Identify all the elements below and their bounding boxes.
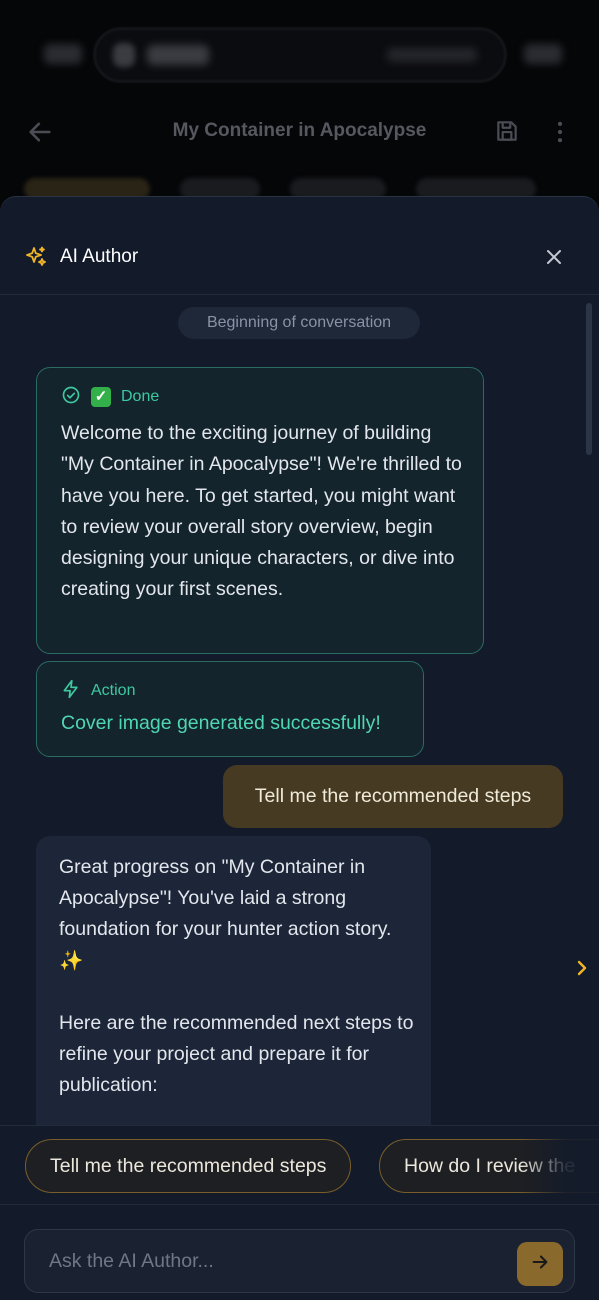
ask-ai-input[interactable] — [25, 1230, 505, 1292]
chevron-right-icon[interactable] — [572, 956, 592, 980]
pill-avatar-blurred — [113, 43, 135, 67]
suggestion-bar[interactable]: Tell me the recommended steps How do I r… — [0, 1125, 599, 1205]
conversation-start-label: Beginning of conversation — [178, 307, 420, 339]
check-mark-emoji-icon: ✓ — [91, 387, 111, 407]
save-icon[interactable] — [494, 118, 522, 146]
sheet-header: AI Author — [0, 197, 599, 295]
lightning-icon — [61, 679, 81, 704]
suggestion-chip[interactable]: Tell me the recommended steps — [25, 1139, 352, 1193]
dynamic-island-blurred — [94, 28, 506, 82]
close-icon[interactable] — [542, 245, 566, 269]
sparkles-icon — [24, 245, 48, 269]
ai-message-text: Great progress on "My Container in Apoca… — [59, 856, 414, 1097]
done-card: ✓ Done Welcome to the exciting journey o… — [36, 367, 484, 654]
sheet-title: AI Author — [60, 246, 139, 267]
ai-message: Great progress on "My Container in Apoca… — [36, 836, 431, 1125]
ai-author-sheet: AI Author Beginning of conversation ✓ Do… — [0, 196, 599, 1300]
suggestion-chip[interactable]: How do I review the — [379, 1139, 599, 1193]
user-message: Tell me the recommended steps — [223, 765, 563, 828]
action-label: Action — [91, 682, 136, 699]
action-card-body: Cover image generated successfully! — [61, 712, 381, 734]
status-battery-blurred — [524, 44, 562, 64]
send-button[interactable] — [517, 1242, 563, 1286]
done-status-label: Done — [121, 388, 160, 405]
message-list[interactable]: Beginning of conversation ✓ Done Welcome… — [0, 295, 599, 1125]
more-vertical-icon[interactable] — [546, 118, 574, 146]
done-card-body: Welcome to the exciting journey of build… — [61, 422, 462, 601]
pill-text-blurred — [147, 45, 209, 65]
pill-indicator-blurred — [387, 48, 477, 62]
composer — [24, 1229, 575, 1293]
check-circle-icon — [61, 385, 81, 410]
arrow-right-icon — [529, 1251, 551, 1277]
action-card: Action Cover image generated successfull… — [36, 661, 424, 757]
action-card-header: Action — [61, 679, 136, 704]
scrollbar[interactable] — [586, 303, 592, 455]
status-time-blurred — [44, 44, 82, 64]
done-card-header: ✓ Done — [61, 386, 159, 408]
app-header: My Container in Apocalypse — [0, 110, 599, 154]
